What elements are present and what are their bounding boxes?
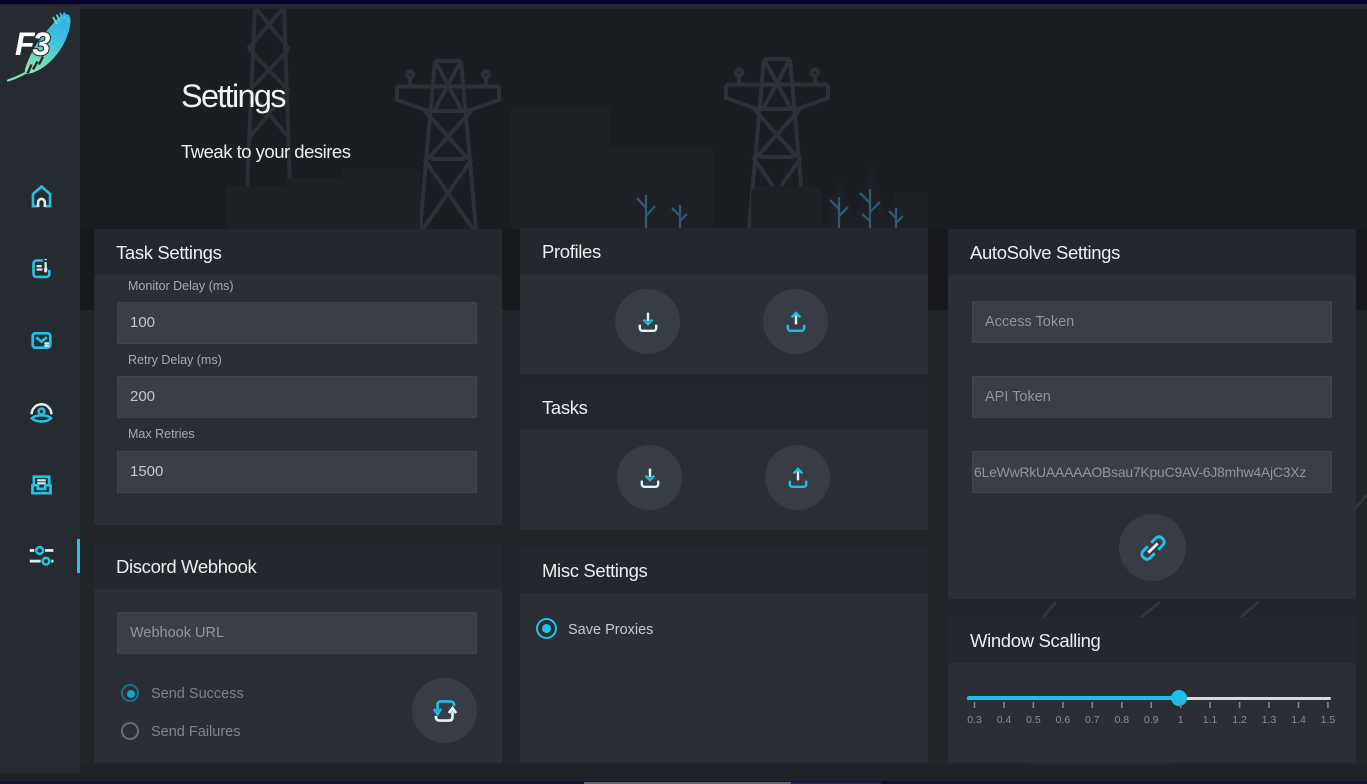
- svg-text:0.6: 0.6: [1056, 714, 1071, 726]
- svg-text:0.3: 0.3: [967, 714, 982, 726]
- svg-text:1.5: 1.5: [1321, 714, 1336, 726]
- svg-text:1.4: 1.4: [1291, 714, 1306, 726]
- svg-text:0.5: 0.5: [1026, 714, 1041, 726]
- svg-text:1.1: 1.1: [1203, 714, 1218, 726]
- svg-text:0.7: 0.7: [1085, 714, 1100, 726]
- svg-text:1.3: 1.3: [1262, 714, 1277, 726]
- svg-text:1: 1: [1178, 714, 1184, 726]
- svg-text:0.9: 0.9: [1144, 714, 1159, 726]
- svg-text:0.4: 0.4: [997, 714, 1012, 726]
- svg-text:F3: F3: [15, 26, 51, 62]
- svg-text:0.8: 0.8: [1114, 714, 1129, 726]
- svg-text:1.2: 1.2: [1232, 714, 1247, 726]
